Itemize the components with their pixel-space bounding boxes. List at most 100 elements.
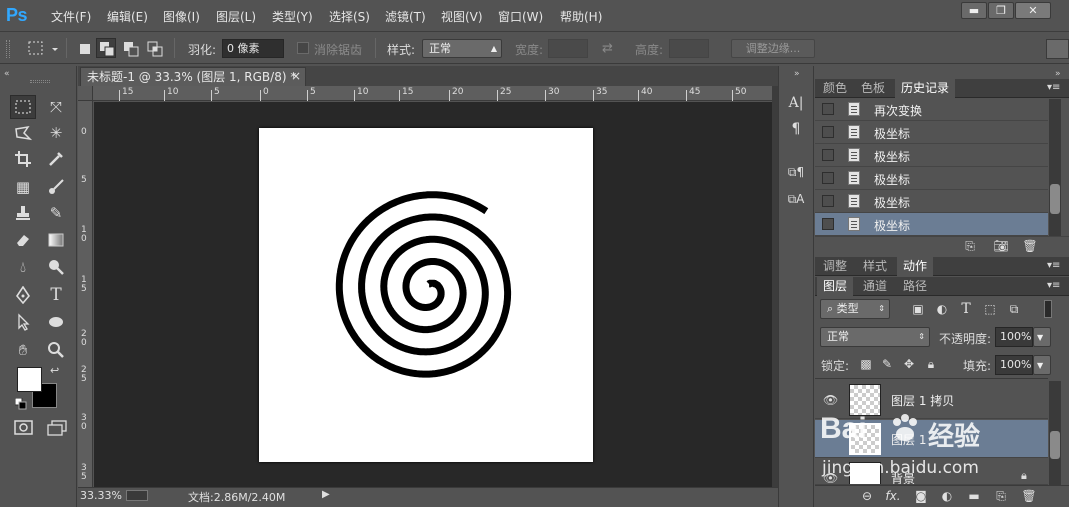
history-source-checkbox[interactable] bbox=[822, 218, 834, 230]
add-selection-button[interactable] bbox=[96, 38, 116, 58]
tab-layers[interactable]: 图层 bbox=[817, 277, 854, 296]
character-styles-icon[interactable]: ⧉A bbox=[786, 189, 806, 209]
clone-stamp-tool[interactable] bbox=[10, 201, 36, 225]
layers-scroll-thumb[interactable] bbox=[1050, 431, 1060, 459]
menu-type[interactable]: 类型(Y) bbox=[272, 8, 313, 25]
document-close-icon[interactable]: × bbox=[291, 69, 301, 83]
layer-name[interactable]: 图层 1 拷贝 bbox=[891, 392, 954, 409]
crop-tool[interactable] bbox=[10, 147, 36, 171]
layer-filter-dropdown[interactable]: ⌕ 类型 ⇕ bbox=[820, 299, 890, 319]
menu-edit[interactable]: 编辑(E) bbox=[107, 8, 148, 25]
feather-input[interactable]: 0 像素 bbox=[222, 39, 284, 58]
filter-shape-icon[interactable]: ⬚ bbox=[981, 301, 999, 317]
lasso-tool[interactable] bbox=[10, 121, 36, 145]
foreground-color-swatch[interactable] bbox=[17, 367, 42, 392]
document-canvas[interactable] bbox=[259, 128, 593, 462]
filter-smart-object-icon[interactable]: ⧉ bbox=[1005, 301, 1023, 317]
folder-icon[interactable]: ▬ bbox=[965, 488, 983, 504]
menu-help[interactable]: 帮助(H) bbox=[560, 8, 602, 25]
menu-window[interactable]: 窗口(W) bbox=[498, 8, 543, 25]
options-grip[interactable] bbox=[6, 40, 10, 58]
horizontal-ruler[interactable] bbox=[78, 86, 772, 101]
minimize-button[interactable]: ▬ bbox=[961, 2, 987, 19]
paragraph-styles-icon[interactable]: ⧉¶ bbox=[786, 162, 806, 182]
opacity-input[interactable]: 100% bbox=[995, 327, 1033, 347]
filter-type-icon[interactable]: T bbox=[957, 301, 975, 317]
status-menu-arrow-icon[interactable]: ▶ bbox=[322, 489, 330, 500]
history-source-checkbox[interactable] bbox=[822, 126, 834, 138]
history-brush-tool[interactable]: ✎ bbox=[43, 201, 69, 225]
filter-toggle-switch[interactable] bbox=[1044, 300, 1052, 318]
trash-icon[interactable]: 🗑︎ bbox=[1020, 488, 1038, 504]
type-tool[interactable]: T bbox=[43, 283, 69, 307]
tab-color[interactable]: 颜色 bbox=[817, 79, 853, 98]
menu-view[interactable]: 视图(V) bbox=[441, 8, 483, 25]
rect-marquee-tool[interactable] bbox=[10, 95, 36, 119]
history-source-checkbox[interactable] bbox=[822, 195, 834, 207]
opacity-slider-button[interactable]: ▼ bbox=[1033, 327, 1051, 347]
filter-adjustment-icon[interactable]: ◐ bbox=[933, 301, 951, 317]
gradient-tool[interactable] bbox=[43, 228, 69, 252]
snapshot-camera-icon[interactable]: 📷︎ bbox=[992, 238, 1010, 254]
history-source-checkbox[interactable] bbox=[822, 103, 834, 115]
close-button[interactable]: ✕ bbox=[1015, 2, 1051, 19]
collapse-arrows-icon[interactable]: « bbox=[4, 69, 10, 79]
history-state[interactable]: 极坐标 bbox=[815, 213, 1048, 236]
blur-tool[interactable]: 💧︎ bbox=[10, 255, 36, 279]
tool-preset-picker[interactable] bbox=[24, 38, 60, 60]
document-tab[interactable]: 未标题-1 @ 33.3% (图层 1, RGB/8) * bbox=[80, 67, 306, 87]
swap-colors-icon[interactable]: ↩ bbox=[50, 364, 59, 377]
history-panel-menu-icon[interactable]: ▾≡ bbox=[1047, 82, 1060, 93]
menu-filter[interactable]: 滤镜(T) bbox=[385, 8, 426, 25]
hand-tool[interactable]: ✋︎ bbox=[10, 338, 36, 362]
history-trash-icon[interactable]: 🗑︎ bbox=[1021, 238, 1039, 254]
tab-actions[interactable]: 动作 bbox=[897, 257, 934, 276]
layers-scrollbar[interactable] bbox=[1049, 381, 1061, 485]
history-state[interactable]: 极坐标 bbox=[815, 167, 1048, 190]
history-state[interactable]: 再次变换 bbox=[815, 98, 1048, 121]
eye-icon[interactable]: 👁︎ bbox=[823, 393, 838, 407]
healing-brush-tool[interactable]: ▦ bbox=[10, 175, 36, 199]
toolbar-grip[interactable] bbox=[30, 80, 50, 83]
lock-paint-icon[interactable]: ✎ bbox=[878, 356, 896, 372]
expand-arrows-icon[interactable]: » bbox=[794, 69, 800, 79]
intersect-selection-button[interactable] bbox=[144, 38, 164, 58]
history-source-checkbox[interactable] bbox=[822, 172, 834, 184]
fill-input[interactable]: 100% bbox=[995, 355, 1033, 375]
eraser-tool[interactable] bbox=[10, 228, 36, 252]
menu-layer[interactable]: 图层(L) bbox=[216, 8, 256, 25]
filter-pixel-icon[interactable]: ▣ bbox=[909, 301, 927, 317]
style-dropdown[interactable]: 正常 ▲ bbox=[422, 39, 502, 58]
history-state[interactable]: 极坐标 bbox=[815, 121, 1048, 144]
move-tool[interactable]: ⤧ bbox=[43, 95, 69, 119]
layers-panel-menu-icon[interactable]: ▾≡ bbox=[1047, 280, 1060, 291]
screen-mode-button[interactable] bbox=[46, 420, 68, 436]
workspace-switcher[interactable] bbox=[1046, 39, 1069, 59]
link-icon[interactable]: ⊖ bbox=[858, 488, 876, 504]
actions-panel-menu-icon[interactable]: ▾≡ bbox=[1047, 260, 1060, 271]
history-source-checkbox[interactable] bbox=[822, 149, 834, 161]
antialias-checkbox[interactable] bbox=[297, 42, 309, 54]
new-document-from-state-icon[interactable]: ⎘ bbox=[961, 238, 979, 254]
brush-tool[interactable] bbox=[43, 175, 69, 199]
character-panel-icon[interactable]: A| bbox=[786, 93, 806, 113]
subtract-selection-button[interactable] bbox=[120, 38, 140, 58]
menu-file[interactable]: 文件(F) bbox=[51, 8, 91, 25]
paragraph-panel-icon[interactable]: ¶ bbox=[786, 119, 806, 139]
tab-history[interactable]: 历史记录 bbox=[895, 79, 956, 98]
default-colors-icon[interactable] bbox=[14, 397, 27, 410]
path-selection-tool[interactable] bbox=[10, 310, 36, 334]
ruler-origin[interactable] bbox=[78, 86, 93, 101]
tab-swatches[interactable]: 色板 bbox=[855, 79, 891, 98]
quick-mask-button[interactable] bbox=[14, 420, 34, 436]
adjustment-icon[interactable]: ◐ bbox=[938, 488, 956, 504]
lock-all-icon[interactable]: 🔒︎ bbox=[922, 356, 940, 372]
menu-image[interactable]: 图像(I) bbox=[163, 8, 200, 25]
history-state[interactable]: 极坐标 bbox=[815, 190, 1048, 213]
dock-collapse-icon[interactable]: » bbox=[1055, 69, 1061, 79]
lock-position-icon[interactable]: ✥ bbox=[900, 356, 918, 372]
blend-mode-dropdown[interactable]: 正常 ⇕ bbox=[820, 327, 930, 347]
width-input[interactable] bbox=[548, 39, 588, 58]
swap-dimensions-icon[interactable]: ⇄ bbox=[602, 41, 613, 56]
tab-paths[interactable]: 路径 bbox=[897, 277, 933, 296]
